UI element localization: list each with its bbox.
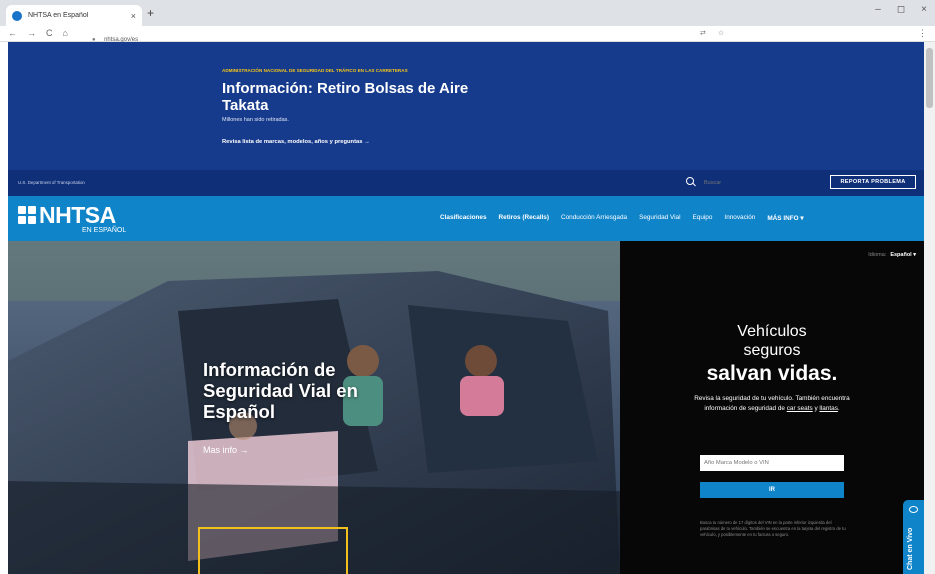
browser-toolbar: ← → C ⌂ ● nhtsa.gov/es ⇄ ☆ ⋮ bbox=[0, 26, 935, 43]
car-seats-link[interactable]: car seats bbox=[787, 405, 813, 412]
back-button[interactable]: ← bbox=[8, 28, 17, 38]
minimize-button[interactable]: – bbox=[875, 4, 881, 15]
hero-title: Información de Seguridad Vial en Español bbox=[203, 359, 358, 422]
live-chat-tab[interactable]: Chat en Vivo bbox=[903, 500, 924, 574]
bookmark-star-icon[interactable]: ☆ bbox=[718, 29, 724, 37]
panel-description: Revisa la seguridad de tu vehículo. Tamb… bbox=[694, 395, 850, 412]
language-label: Idioma: bbox=[868, 252, 887, 258]
nav-item-innovacion[interactable]: Innovación bbox=[724, 214, 755, 222]
favicon-icon bbox=[12, 10, 22, 21]
alert-cta-link[interactable]: Revisa lista de marcas, modelos, años y … bbox=[222, 139, 370, 145]
browser-tab[interactable]: NHTSA en Español × bbox=[6, 5, 142, 26]
chat-bubble-icon bbox=[909, 506, 918, 513]
go-button[interactable]: IR bbox=[700, 482, 844, 498]
hero-image: Información de Seguridad Vial en Español… bbox=[8, 241, 620, 574]
translate-icon[interactable]: ⇄ bbox=[700, 29, 706, 37]
address-bar[interactable]: ● nhtsa.gov/es bbox=[92, 28, 782, 43]
tab-title: NHTSA en Español bbox=[28, 12, 89, 19]
tab-strip: NHTSA en Español × + – ◻ × bbox=[0, 0, 935, 26]
dot-department-link[interactable]: U.S. Department of Transportation bbox=[18, 180, 85, 185]
takata-alert-banner: ADMINISTRACIÓN NACIONAL DE SEGURIDAD DEL… bbox=[8, 42, 924, 170]
logo-tagline: EN ESPAÑOL bbox=[82, 227, 127, 234]
search-input[interactable] bbox=[704, 177, 784, 188]
nav-item-conduccion[interactable]: Conducción Arriesgada bbox=[561, 214, 627, 222]
language-selector[interactable]: Idioma: Español ▾ bbox=[868, 252, 916, 258]
logo-word: NHTSA bbox=[39, 202, 116, 228]
agency-eyebrow: ADMINISTRACIÓN NACIONAL DE SEGURIDAD DEL… bbox=[222, 68, 408, 73]
vin-help-text: Busca tu número de 17 dígitos del VIN en… bbox=[700, 520, 846, 537]
panel-headline-3: salvan vidas. bbox=[706, 362, 838, 385]
hero-highlight-box bbox=[198, 527, 348, 574]
reload-button[interactable]: C bbox=[46, 28, 53, 38]
utility-bar: U.S. Department of Transportation REPORT… bbox=[8, 170, 924, 196]
chat-label: Chat en Vivo bbox=[907, 527, 914, 570]
nav-links: Clasificaciones Retiros (Recalls) Conduc… bbox=[440, 214, 804, 222]
language-value[interactable]: Español ▾ bbox=[890, 252, 916, 258]
alert-title: Información: Retiro Bolsas de Aire Takat… bbox=[222, 80, 469, 114]
logo-mark-icon bbox=[18, 206, 36, 224]
vehicle-check-panel: Idioma: Español ▾ Vehículos seguros salva… bbox=[620, 241, 924, 574]
maximize-button[interactable]: ◻ bbox=[897, 4, 905, 15]
llantas-link[interactable]: llantas bbox=[819, 405, 837, 412]
window-controls: – ◻ × bbox=[875, 4, 927, 15]
browser-window: NHTSA en Español × + – ◻ × ← → C ⌂ ● nht… bbox=[0, 0, 935, 574]
panel-headline-1: Vehículos bbox=[737, 323, 807, 340]
browser-menu-icon[interactable]: ⋮ bbox=[918, 28, 927, 39]
hero-more-link[interactable]: Mas info → bbox=[203, 445, 249, 455]
nhtsa-logo[interactable]: NHTSA EN ESPAÑOL bbox=[18, 202, 143, 236]
tab-close-icon[interactable]: × bbox=[131, 11, 136, 21]
vin-search-input[interactable] bbox=[700, 455, 844, 471]
home-button[interactable]: ⌂ bbox=[63, 28, 68, 38]
search-icon[interactable] bbox=[686, 177, 694, 185]
close-window-button[interactable]: × bbox=[921, 4, 927, 15]
page-scrollbar[interactable] bbox=[924, 42, 935, 574]
report-problem-button[interactable]: REPORTA PROBLEMA bbox=[830, 175, 916, 189]
nav-item-clasificaciones[interactable]: Clasificaciones bbox=[440, 214, 487, 222]
main-nav: NHTSA EN ESPAÑOL Clasificaciones Retiros… bbox=[8, 196, 924, 241]
nav-item-retiros[interactable]: Retiros (Recalls) bbox=[499, 214, 549, 222]
alert-subtitle: Millones han sido retiradas. bbox=[222, 117, 289, 123]
nav-item-mas-info[interactable]: MÁS INFO ▾ bbox=[767, 214, 803, 222]
forward-button[interactable]: → bbox=[27, 28, 36, 38]
new-tab-button[interactable]: + bbox=[147, 6, 154, 20]
nav-item-equipo[interactable]: Equipo bbox=[693, 214, 713, 222]
scrollbar-thumb[interactable] bbox=[926, 48, 933, 108]
nav-item-seguridad-vial[interactable]: Seguridad Vial bbox=[639, 214, 680, 222]
panel-headline-2: seguros bbox=[743, 342, 801, 359]
